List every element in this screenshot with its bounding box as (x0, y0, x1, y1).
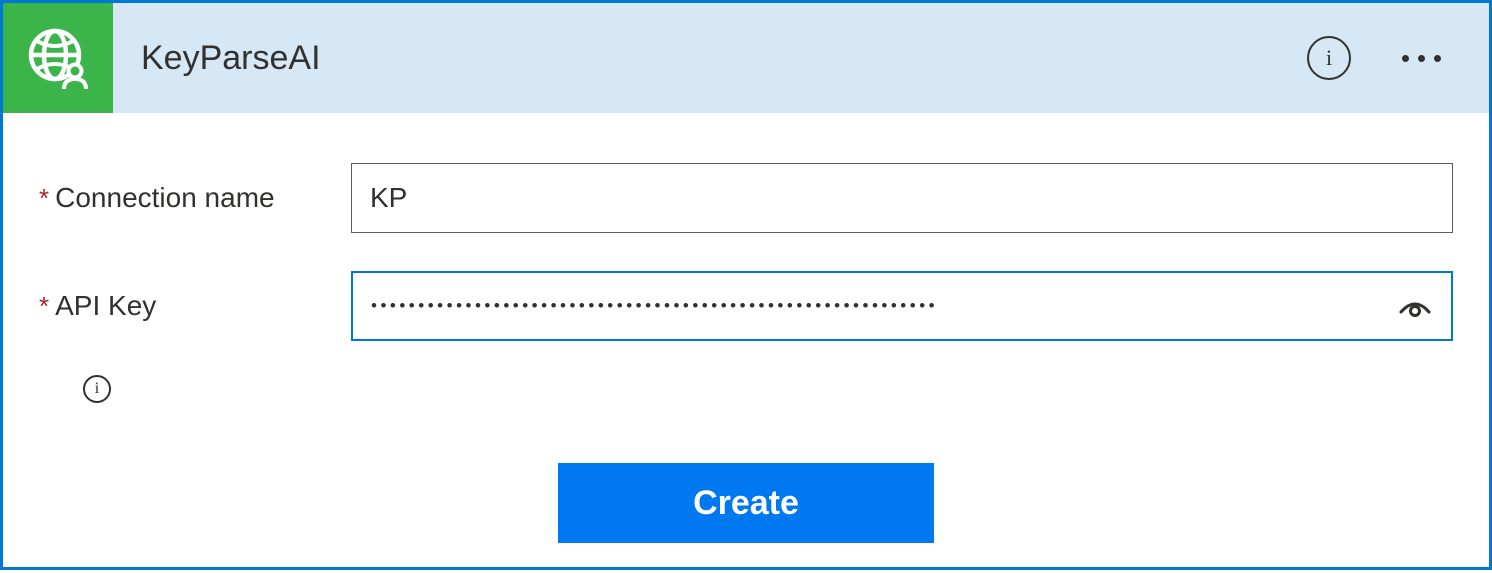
api-key-label: * API Key (39, 290, 351, 322)
eye-icon (1398, 294, 1432, 318)
connection-name-input[interactable] (351, 163, 1453, 233)
info-icon: i (95, 380, 99, 398)
panel-title: KeyParseAI (141, 39, 1301, 78)
panel-body: * Connection name * API Key (3, 113, 1489, 573)
dots-icon (1402, 55, 1409, 62)
reveal-password-button[interactable] (1393, 284, 1437, 328)
action-row: Create (39, 463, 1453, 543)
connector-panel: KeyParseAI i * Connection name * API Key (0, 0, 1492, 570)
connection-name-row: * Connection name (39, 163, 1453, 233)
help-info-button[interactable]: i (83, 375, 111, 403)
connection-name-label: * Connection name (39, 182, 351, 214)
globe-person-icon (23, 23, 93, 93)
api-key-input-wrap (351, 271, 1453, 341)
connector-logo (3, 3, 113, 113)
more-options-button[interactable] (1393, 30, 1449, 86)
help-info-row: i (83, 375, 1453, 403)
required-star-icon: * (39, 183, 49, 214)
connection-name-input-wrap (351, 163, 1453, 233)
api-key-input[interactable] (351, 271, 1453, 341)
required-star-icon: * (39, 291, 49, 322)
info-button[interactable]: i (1301, 30, 1357, 86)
panel-header: KeyParseAI i (3, 3, 1489, 113)
info-icon: i (1307, 36, 1351, 80)
create-button[interactable]: Create (558, 463, 934, 543)
api-key-row: * API Key (39, 271, 1453, 341)
